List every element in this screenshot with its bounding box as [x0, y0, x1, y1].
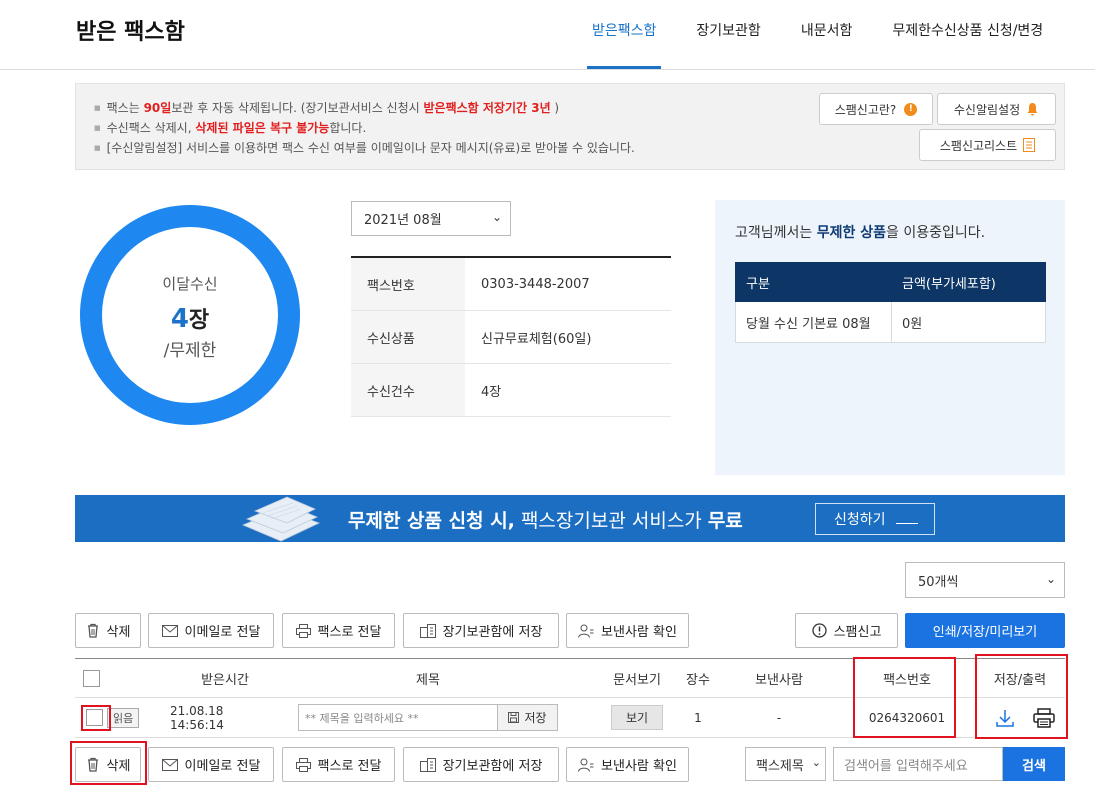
fax-paper-illustration: [241, 496, 321, 542]
search-input[interactable]: 검색어를 입력해주세요: [833, 747, 1003, 781]
highlight-fax-number: [853, 657, 956, 738]
save-to-archive-button[interactable]: 장기보관함에 저장: [403, 613, 559, 648]
top-nav: 받은팩스함 장기보관함 내문서함 무제한수신상품 신청/변경: [570, 20, 1083, 69]
forward-email-button[interactable]: 이메일로 전달: [148, 613, 274, 648]
col-pages: 장수: [686, 672, 710, 688]
trash-icon: [87, 623, 98, 638]
check-sender-button-bottom[interactable]: 보낸사람 확인: [566, 747, 689, 782]
select-all-checkbox[interactable]: [82, 669, 100, 687]
received-time: 21.08.18 14:56:14: [170, 703, 224, 732]
search-button[interactable]: 검색: [1003, 747, 1065, 781]
header: 받은 팩스함 받은팩스함 장기보관함 내문서함 무제한수신상품 신청/변경: [0, 0, 1095, 70]
info-row: 팩스번호 0303-3448-2007: [351, 258, 671, 311]
chevron-down-icon: ⌄: [811, 756, 821, 769]
info-row: 수신상품 신규무료체험(60일): [351, 311, 671, 364]
spam-report-button[interactable]: 스팸신고: [795, 613, 898, 648]
plan-box: 고객님께서는 무제한 상품을 이용중입니다. 구분 금액(부가세포함) 당월 수…: [715, 200, 1065, 475]
delete-button[interactable]: 삭제: [75, 613, 141, 648]
notice-line-2: 수신팩스 삭제시, 삭제된 파일은 복구 불가능합니다.: [94, 118, 635, 138]
print-save-preview-button[interactable]: 인쇄/저장/미리보기: [905, 613, 1065, 648]
building-icon: [419, 757, 436, 772]
banner-text: 무제한 상품 신청 시, 팩스장기보관 서비스가 무료: [348, 510, 743, 532]
alert-circle-icon: [811, 623, 827, 638]
read-badge: 읽음: [107, 707, 140, 728]
title-input[interactable]: ** 제목을 입력하세요 **: [298, 704, 498, 731]
plan-message: 고객님께서는 무제한 상품을 이용중입니다.: [735, 225, 986, 241]
highlight-save-print: [975, 654, 1068, 739]
page-title: 받은 팩스함: [76, 20, 185, 45]
col-sender: 보낸사람: [755, 672, 803, 688]
col-title: 제목: [416, 672, 440, 688]
user-check-icon: [578, 758, 594, 772]
bell-icon: [1027, 103, 1038, 116]
tab-unlimited-plan[interactable]: 무제한수신상품 신청/변경: [892, 20, 1043, 69]
printer-icon: [295, 623, 311, 638]
gauge-count: 4장: [170, 304, 210, 334]
printer-icon: [295, 757, 311, 772]
gauge-label: 이달수신: [162, 275, 218, 293]
spam-list-button[interactable]: 스팸신고리스트: [919, 129, 1056, 161]
sender: -: [776, 710, 782, 725]
alert-setting-button[interactable]: 수신알림설정: [937, 93, 1056, 125]
building-icon: [419, 623, 436, 638]
notice-line-3: [수신알림설정] 서비스를 이용하면 팩스 수신 여부를 이메일이나 문자 메시…: [94, 138, 635, 158]
arrow-right-icon: [895, 518, 918, 524]
apply-button[interactable]: 신청하기: [815, 503, 935, 535]
promo-banner: 무제한 상품 신청 시, 팩스장기보관 서비스가 무료 신청하기: [75, 495, 1065, 542]
plan-table: 구분 금액(부가세포함) 당월 수신 기본료 08월 0원: [735, 262, 1046, 343]
info-icon: !: [904, 102, 918, 116]
info-row: 수신건수 4장: [351, 364, 671, 417]
tab-received-fax[interactable]: 받은팩스함: [586, 20, 662, 69]
chevron-down-icon: ⌄: [491, 210, 502, 224]
tab-my-documents[interactable]: 내문서함: [801, 20, 853, 69]
mail-icon: [161, 758, 178, 771]
month-select[interactable]: 2021년 08월 ⌄: [351, 201, 511, 236]
view-document-button[interactable]: 보기: [611, 705, 663, 730]
plan-item: 당월 수신 기본료 08월: [735, 301, 892, 343]
per-page-select[interactable]: 50개씩 ⌄: [905, 562, 1065, 598]
plan-col-category: 구분: [735, 262, 892, 302]
list-icon: [1023, 138, 1036, 152]
chevron-down-icon: ⌄: [1045, 572, 1056, 586]
tab-long-term-storage[interactable]: 장기보관함: [696, 20, 760, 69]
floppy-icon: [508, 712, 520, 723]
col-received-time: 받은시간: [201, 672, 249, 688]
user-check-icon: [578, 624, 594, 638]
plan-amount: 0원: [891, 301, 1046, 343]
spam-info-button[interactable]: 스팸신고란?!: [819, 93, 933, 125]
forward-fax-button[interactable]: 팩스로 전달: [282, 613, 395, 648]
col-view: 문서보기: [613, 672, 661, 688]
mail-icon: [161, 624, 178, 637]
check-sender-button[interactable]: 보낸사람 확인: [566, 613, 689, 648]
save-to-archive-button-bottom[interactable]: 장기보관함에 저장: [403, 747, 559, 782]
gauge-limit: /무제한: [163, 341, 217, 361]
fax-info-table: 팩스번호 0303-3448-2007 수신상품 신규무료체험(60일) 수신건수 4…: [351, 256, 671, 417]
forward-fax-button-bottom[interactable]: 팩스로 전달: [282, 747, 395, 782]
page-count: 1: [694, 710, 702, 725]
forward-email-button-bottom[interactable]: 이메일로 전달: [148, 747, 274, 782]
highlight-row-checkbox: [81, 705, 111, 731]
notice-box: 팩스는 90일보관 후 자동 삭제됩니다. (장기보관서비스 신청시 받은팩스함…: [75, 83, 1065, 170]
plan-col-amount: 금액(부가세포함): [891, 262, 1046, 302]
search-field-select[interactable]: 팩스제목 ⌄: [745, 747, 826, 781]
highlight-delete-button: [70, 741, 147, 785]
notice-line-1: 팩스는 90일보관 후 자동 삭제됩니다. (장기보관서비스 신청시 받은팩스함…: [94, 98, 635, 118]
monthly-received-gauge: 이달수신 4장 /무제한: [80, 205, 300, 425]
title-save-button[interactable]: 저장: [498, 704, 558, 731]
